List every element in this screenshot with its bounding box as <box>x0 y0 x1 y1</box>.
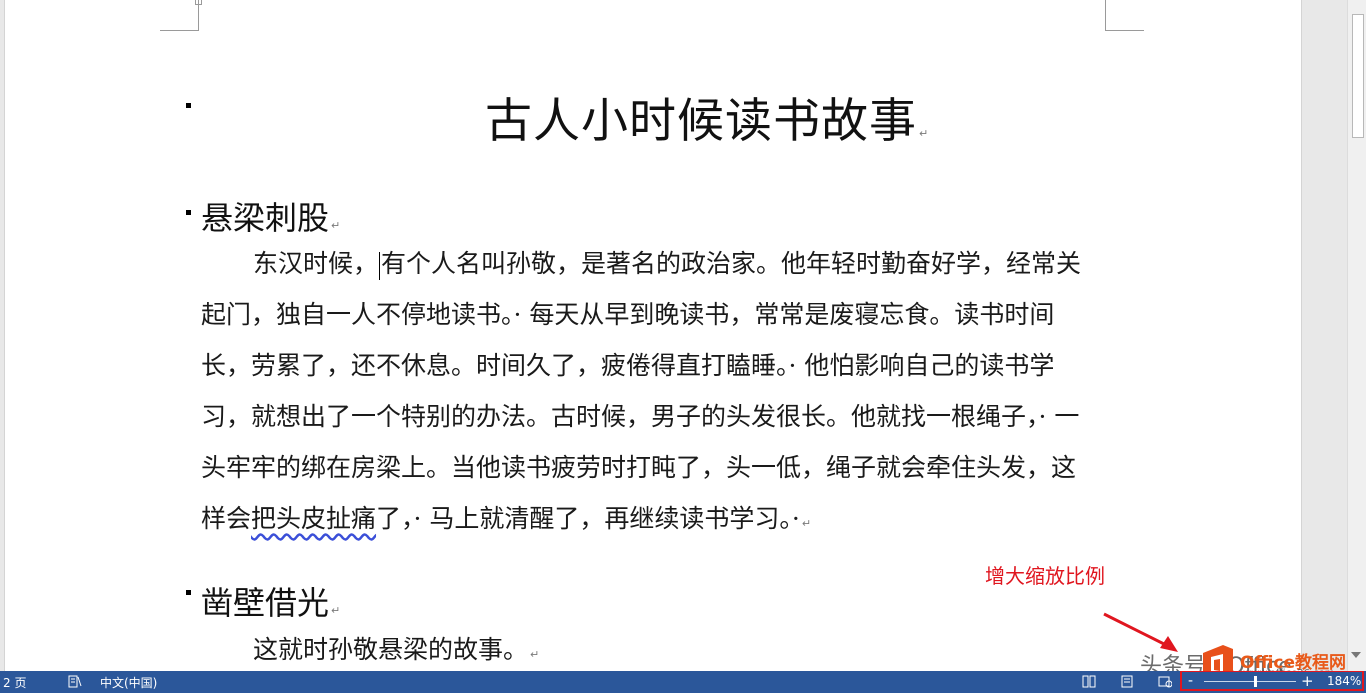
body-line-text: 有个人名叫孙敬，是著名的政治家。他年轻时勤奋好学，经常关 <box>381 249 1082 278</box>
document-workspace: 古人小时候读书故事 ↵ 悬梁刺股 ↵ 东汉时候， 有个人名叫孙敬，是著名的政治家。他年… <box>0 0 1366 685</box>
spellcheck-underlined-text[interactable]: 把头皮扯痛 <box>251 504 376 533</box>
document-title-text: 古人小时候读书故事 <box>485 94 917 149</box>
scrollbar-thumb[interactable] <box>1352 14 1364 138</box>
section-heading-1[interactable]: 悬梁刺股 ↵ <box>201 193 340 239</box>
body-line-text: 样会 <box>201 504 252 533</box>
paragraph-mark: ↵ <box>530 648 540 661</box>
body-line: 样会把头皮扯痛了，· 马上就清醒了，再继续读书学习。· ↵ <box>201 499 1111 550</box>
body-line: 长，劳累了，还不休息。时间久了，疲倦得直打瞌睡。· 他怕影响自己的读书学 <box>201 351 1055 380</box>
zoom-out-button[interactable]: - <box>1188 673 1193 689</box>
section-heading-text: 凿壁借光 <box>201 584 330 622</box>
heading-bullet-mark <box>186 210 191 215</box>
section-heading-2[interactable]: 凿壁借光 ↵ <box>201 578 340 624</box>
status-bar: 2 页 中文(中国) - + 184% <box>0 671 1366 693</box>
section-heading-text: 悬梁刺股 <box>201 199 330 237</box>
scroll-down-arrow-icon[interactable] <box>1351 652 1361 658</box>
annotation-label: 增大缩放比例 <box>985 564 1105 588</box>
crop-mark-small <box>195 0 202 5</box>
zoom-level[interactable]: 184% <box>1327 674 1361 688</box>
web-layout-icon[interactable] <box>1158 675 1172 688</box>
language-indicator[interactable]: 中文(中国) <box>100 674 157 691</box>
body-line: 起门，独自一人不停地读书。· 每天从早到晚读书，常常是废寝忘食。读书时间 <box>201 300 1055 329</box>
paragraph-mark: ↵ <box>801 517 812 530</box>
body-line-text: 了，· 马上就清醒了，再继续读书学习。· <box>376 504 800 533</box>
body-line: 东汉时候， 有个人名叫孙敬，是著名的政治家。他年轻时勤奋好学，经常关 <box>201 244 1111 295</box>
body-line-text: 东汉时候， <box>253 249 379 278</box>
crop-mark-top-right <box>1105 0 1144 31</box>
zoom-slider-thumb[interactable] <box>1253 676 1257 687</box>
zoom-in-button[interactable]: + <box>1301 672 1314 690</box>
track-changes-icon[interactable] <box>68 675 82 688</box>
heading-bullet-mark <box>186 590 191 595</box>
document-page[interactable]: 古人小时候读书故事 ↵ 悬梁刺股 ↵ 东汉时候， 有个人名叫孙敬，是著名的政治家。他年… <box>4 0 1302 671</box>
crop-mark-top-left <box>160 0 199 31</box>
paragraph-mark: ↵ <box>331 604 341 617</box>
text-cursor <box>379 251 381 280</box>
page-count[interactable]: 2 页 <box>3 674 26 691</box>
vertical-scrollbar[interactable] <box>1347 0 1366 671</box>
section-2-body[interactable]: 这就时孙敬悬梁的故事。 ↵ <box>253 630 539 666</box>
section-1-body[interactable]: 东汉时候， 有个人名叫孙敬，是著名的政治家。他年轻时勤奋好学，经常关 起门，独自一… <box>201 244 1111 550</box>
paragraph-mark: ↵ <box>331 219 341 232</box>
body-line: 头牢牢的绑在房梁上。当他读书疲劳时打盹了，头一低，绳子就会牵住头发，这 <box>201 453 1077 482</box>
print-layout-icon[interactable] <box>1120 675 1134 688</box>
document-title[interactable]: 古人小时候读书故事 ↵ <box>485 82 929 151</box>
paragraph-mark: ↵ <box>919 127 930 140</box>
zoom-slider-track[interactable] <box>1204 681 1296 682</box>
heading-bullet-mark <box>186 103 191 108</box>
read-mode-icon[interactable] <box>1082 675 1096 688</box>
body-line: 习，就想出了一个特别的办法。古时候，男子的头发很长。他就找一根绳子，· 一 <box>201 402 1080 431</box>
body-line-text: 这就时孙敬悬梁的故事。 <box>253 635 529 664</box>
